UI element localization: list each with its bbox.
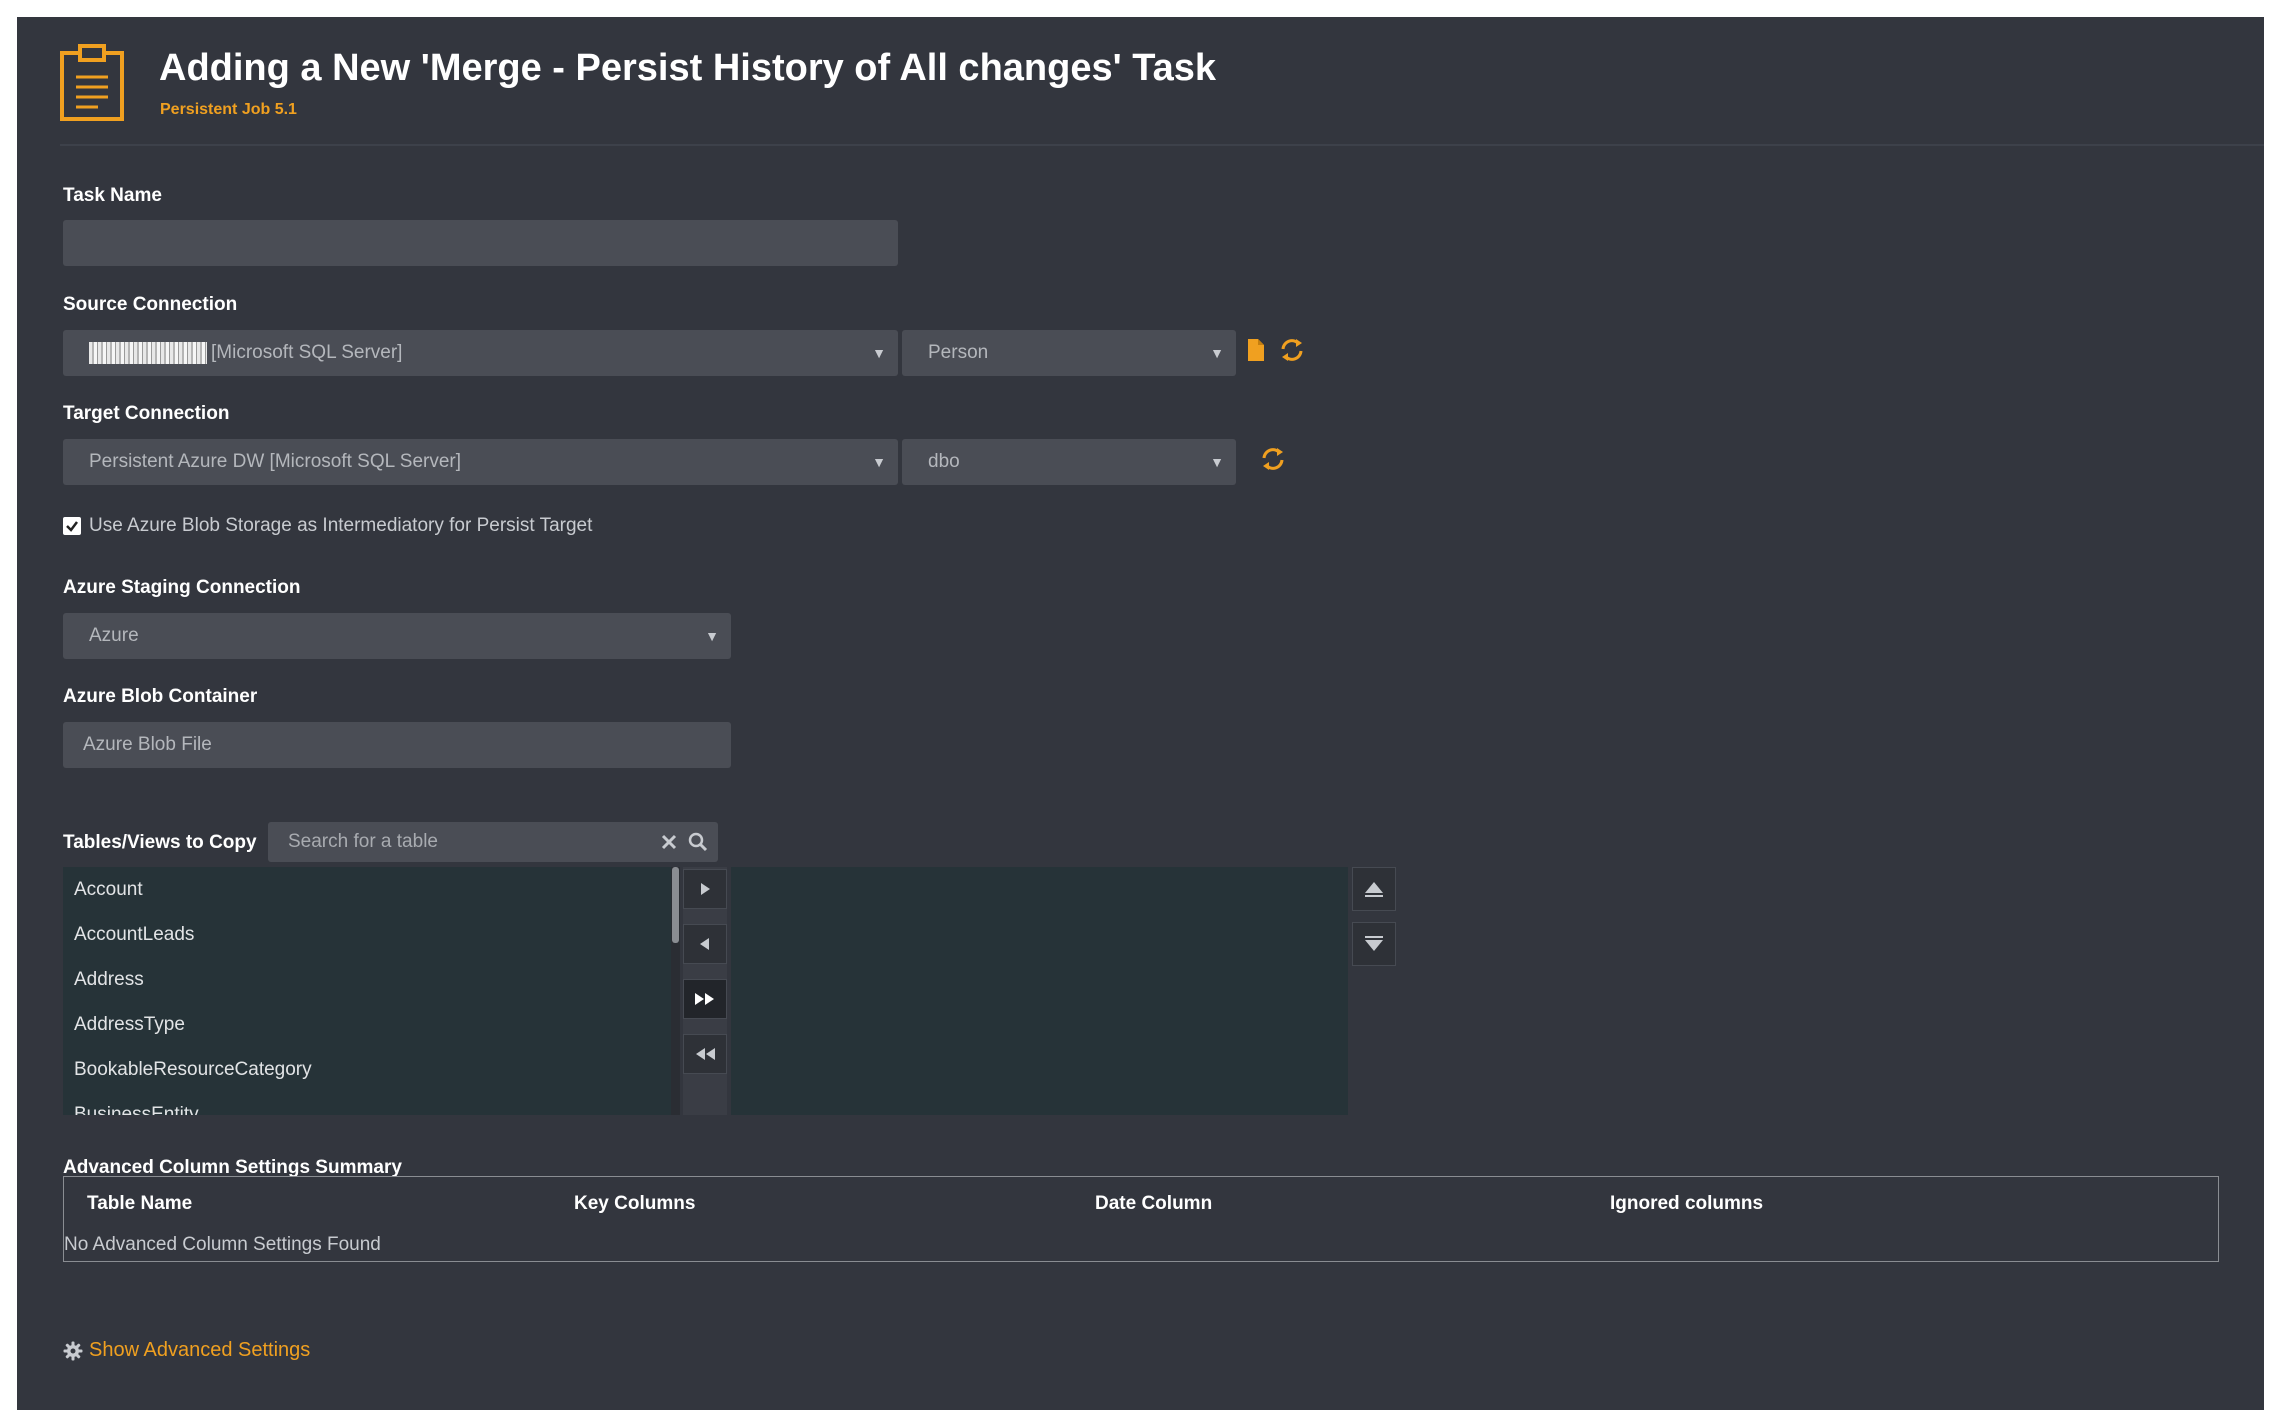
task-dialog: Adding a New 'Merge - Persist History of… xyxy=(17,17,2264,1410)
list-item[interactable]: AddressType xyxy=(63,1002,680,1047)
list-item[interactable]: BookableResourceCategory xyxy=(63,1047,680,1092)
list-item[interactable]: Account xyxy=(63,867,680,912)
list-item[interactable]: BusinessEntity xyxy=(63,1092,680,1116)
target-connection-label: Target Connection xyxy=(63,403,230,424)
azure-staging-select[interactable]: Azure ▼ xyxy=(63,613,731,659)
column-header-table-name: Table Name xyxy=(87,1193,193,1214)
refresh-icon[interactable] xyxy=(1260,446,1286,472)
chevron-down-icon: ▼ xyxy=(1210,345,1224,361)
refresh-icon[interactable] xyxy=(1279,337,1305,363)
page-title: Adding a New 'Merge - Persist History of… xyxy=(159,47,1216,89)
source-tables-list[interactable]: Account AccountLeads Address AddressType… xyxy=(63,867,680,1115)
caret-right-icon xyxy=(701,883,710,895)
move-up-button[interactable] xyxy=(1352,867,1396,911)
chevron-down-icon: ▼ xyxy=(872,345,886,361)
clipboard-icon xyxy=(60,44,124,121)
summary-table: Table Name Key Columns Date Column Ignor… xyxy=(63,1176,2219,1262)
task-name-input[interactable] xyxy=(63,220,898,266)
empty-summary-message: No Advanced Column Settings Found xyxy=(64,1234,381,1255)
column-header-key-columns: Key Columns xyxy=(574,1193,696,1214)
move-top-icon xyxy=(1365,882,1383,897)
move-down-button[interactable] xyxy=(1352,922,1396,966)
selected-tables-list[interactable] xyxy=(731,867,1348,1115)
table-search-input[interactable]: Search for a table xyxy=(268,822,718,862)
target-connection-select[interactable]: Persistent Azure DW [Microsoft SQL Serve… xyxy=(63,439,898,485)
scrollbar-thumb[interactable] xyxy=(672,867,679,943)
double-caret-left-icon xyxy=(696,1048,715,1060)
search-icon[interactable] xyxy=(688,832,708,852)
tables-label: Tables/Views to Copy xyxy=(63,832,257,853)
source-connection-select[interactable]: [Microsoft SQL Server] ▼ xyxy=(63,330,898,376)
chevron-down-icon: ▼ xyxy=(872,454,886,470)
source-list-scrollbar[interactable] xyxy=(671,867,680,1115)
move-all-left-button[interactable] xyxy=(683,1034,727,1074)
azure-blob-label: Azure Blob Container xyxy=(63,686,258,707)
use-blob-storage-checkbox[interactable] xyxy=(63,517,81,535)
transfer-buttons xyxy=(683,867,727,1115)
column-header-ignored-columns: Ignored columns xyxy=(1610,1193,1764,1214)
gear-icon xyxy=(63,1341,83,1360)
list-item[interactable]: Address xyxy=(63,957,680,1002)
caret-left-icon xyxy=(700,938,709,950)
move-left-button[interactable] xyxy=(683,924,727,964)
move-bottom-icon xyxy=(1365,936,1383,951)
move-right-button[interactable] xyxy=(683,869,727,909)
azure-blob-input[interactable]: Azure Blob File xyxy=(63,722,731,768)
double-caret-right-icon xyxy=(695,993,714,1005)
chevron-down-icon: ▼ xyxy=(705,628,719,644)
azure-staging-label: Azure Staging Connection xyxy=(63,577,301,598)
list-item[interactable]: AccountLeads xyxy=(63,912,680,957)
target-schema-select[interactable]: dbo ▼ xyxy=(902,439,1236,485)
redacted-connection-name xyxy=(89,342,207,364)
use-blob-storage-option[interactable]: Use Azure Blob Storage as Intermediatory… xyxy=(63,515,592,537)
new-file-icon[interactable] xyxy=(1246,338,1266,362)
clear-icon[interactable] xyxy=(660,833,678,851)
source-schema-select[interactable]: Person ▼ xyxy=(902,330,1236,376)
show-advanced-settings-link[interactable]: Show Advanced Settings xyxy=(63,1339,310,1362)
column-header-date-column: Date Column xyxy=(1095,1193,1213,1214)
chevron-down-icon: ▼ xyxy=(1210,454,1224,470)
page-subtitle: Persistent Job 5.1 xyxy=(160,101,297,118)
task-name-label: Task Name xyxy=(63,185,162,206)
header-divider xyxy=(60,144,2264,146)
checkmark-icon xyxy=(66,521,78,532)
move-all-right-button[interactable] xyxy=(683,979,727,1019)
source-connection-label: Source Connection xyxy=(63,294,238,315)
